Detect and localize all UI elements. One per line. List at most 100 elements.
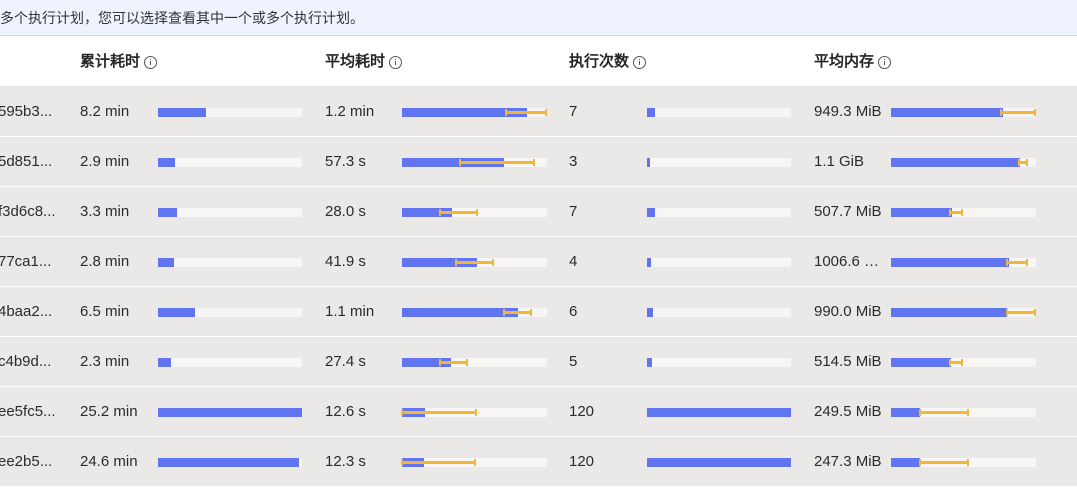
- avg-time-error-bar: [438, 209, 479, 216]
- avg-memory-error-bar: [1017, 159, 1028, 166]
- avg-time-error-bar: [502, 309, 532, 316]
- column-label-exec-count: 执行次数: [569, 53, 630, 70]
- total-time-track: [158, 408, 302, 417]
- total-time-cell: 2.8 min: [80, 253, 130, 270]
- avg-time-error-bar: [459, 159, 535, 166]
- avg-time-track: [402, 358, 547, 367]
- total-time-bar: [158, 358, 171, 367]
- plan-id-cell: c4b9d...: [0, 353, 52, 370]
- exec-count-cell: 5: [569, 353, 578, 370]
- column-header-total-time[interactable]: 累计耗时: [80, 52, 158, 72]
- avg-time-cell: 41.9 s: [325, 253, 366, 270]
- avg-memory-cell: 247.3 MiB: [814, 453, 882, 470]
- plans-notice-banner: 多个执行计划，您可以选择查看其中一个或多个执行计划。: [0, 0, 1077, 36]
- avg-memory-bar: [891, 408, 920, 417]
- plan-id-cell: 4baa2...: [0, 303, 53, 320]
- avg-time-error-bar: [438, 359, 468, 366]
- avg-time-error-bar: [505, 109, 547, 116]
- table-row[interactable]: 595b3... 8.2 min 1.2 min 7 949.3 MiB: [0, 87, 1077, 137]
- avg-memory-bar: [891, 458, 920, 467]
- plan-id-cell: 595b3...: [0, 103, 53, 120]
- avg-time-track: [402, 208, 547, 217]
- total-time-cell: 24.6 min: [80, 453, 138, 470]
- table-row[interactable]: f3d6c8... 3.3 min 28.0 s 7 507.7 MiB: [0, 187, 1077, 237]
- total-time-cell: 6.5 min: [80, 303, 130, 320]
- plan-id-cell: 5d851...: [0, 153, 53, 170]
- table-row[interactable]: c4b9d... 2.3 min 27.4 s 5 514.5 MiB: [0, 337, 1077, 387]
- column-header-avg-time[interactable]: 平均耗时: [325, 52, 403, 72]
- total-time-track: [158, 158, 302, 167]
- avg-time-error-bar: [401, 459, 475, 466]
- info-icon[interactable]: [144, 55, 158, 69]
- table-row[interactable]: 4baa2... 6.5 min 1.1 min 6 990.0 MiB: [0, 287, 1077, 337]
- total-time-track: [158, 308, 302, 317]
- total-time-bar: [158, 108, 206, 117]
- avg-time-track: [402, 108, 547, 117]
- exec-count-track: [647, 358, 791, 367]
- avg-memory-track: [891, 258, 1036, 267]
- column-header-avg-memory[interactable]: 平均内存: [814, 52, 892, 72]
- avg-memory-bar: [891, 208, 952, 217]
- info-icon[interactable]: [878, 55, 892, 69]
- exec-count-bar: [647, 308, 654, 317]
- total-time-cell: 25.2 min: [80, 403, 138, 420]
- total-time-bar: [158, 458, 300, 467]
- avg-time-bar: [402, 308, 518, 317]
- info-icon[interactable]: [389, 55, 403, 69]
- avg-time-cell: 57.3 s: [325, 153, 366, 170]
- avg-memory-track: [891, 358, 1036, 367]
- table-row[interactable]: 5d851... 2.9 min 57.3 s 3 1.1 GiB: [0, 137, 1077, 187]
- avg-memory-bar: [891, 308, 1007, 317]
- exec-count-bar: [647, 208, 655, 217]
- exec-count-cell: 3: [569, 153, 578, 170]
- avg-time-error-bar: [454, 259, 495, 266]
- plan-id-cell: ee5fc5...: [0, 403, 56, 420]
- exec-count-cell: 7: [569, 103, 578, 120]
- avg-memory-error-bar: [1005, 259, 1029, 266]
- table-row[interactable]: ee2b5... 24.6 min 12.3 s 120 247.3 MiB: [0, 437, 1077, 487]
- plan-id-cell: 77ca1...: [0, 253, 52, 270]
- table-row[interactable]: ee5fc5... 25.2 min 12.6 s 120 249.5 MiB: [0, 387, 1077, 437]
- avg-memory-cell: 249.5 MiB: [814, 403, 882, 420]
- avg-memory-track: [891, 458, 1036, 467]
- plan-id-cell: ee2b5...: [0, 453, 53, 470]
- exec-count-cell: 7: [569, 203, 578, 220]
- column-label-total-time: 累计耗时: [80, 53, 141, 70]
- avg-memory-bar: [891, 358, 952, 367]
- total-time-bar: [158, 158, 175, 167]
- avg-memory-error-bar: [949, 359, 963, 366]
- total-time-track: [158, 358, 302, 367]
- column-header-exec-count[interactable]: 执行次数: [569, 52, 647, 72]
- avg-memory-error-bar: [1006, 309, 1036, 316]
- total-time-track: [158, 458, 302, 467]
- avg-time-track: [402, 158, 547, 167]
- avg-time-track: [401, 458, 547, 467]
- avg-memory-error-bar: [949, 209, 963, 216]
- exec-count-track: [647, 258, 791, 267]
- total-time-cell: 2.3 min: [80, 353, 130, 370]
- avg-memory-error-bar: [919, 459, 969, 466]
- total-time-track: [158, 108, 302, 117]
- avg-memory-cell: 507.7 MiB: [814, 203, 882, 220]
- exec-count-cell: 4: [569, 253, 578, 270]
- avg-memory-track: [891, 308, 1036, 317]
- exec-count-cell: 6: [569, 303, 578, 320]
- total-time-bar: [158, 408, 302, 417]
- exec-count-track: [647, 108, 791, 117]
- total-time-cell: 8.2 min: [80, 103, 130, 120]
- info-icon[interactable]: [633, 55, 647, 69]
- avg-time-track: [402, 258, 547, 267]
- plans-notice-text: 多个执行计划，您可以选择查看其中一个或多个执行计划。: [0, 10, 364, 26]
- avg-time-cell: 12.6 s: [325, 403, 366, 420]
- avg-memory-cell: 1006.6 MiB: [814, 253, 886, 270]
- total-time-track: [158, 208, 302, 217]
- table-row[interactable]: 77ca1... 2.8 min 41.9 s 4 1006.6 MiB: [0, 237, 1077, 287]
- avg-time-cell: 1.1 min: [325, 303, 375, 320]
- avg-memory-cell: 1.1 GiB: [814, 153, 865, 170]
- column-label-avg-memory: 平均内存: [814, 53, 875, 70]
- total-time-cell: 3.3 min: [80, 203, 130, 220]
- plans-table-body: 595b3... 8.2 min 1.2 min 7 949.3 MiB 5d851...…: [0, 87, 1077, 487]
- avg-memory-track: [891, 158, 1036, 167]
- avg-time-track: [401, 408, 547, 417]
- total-time-track: [158, 258, 302, 267]
